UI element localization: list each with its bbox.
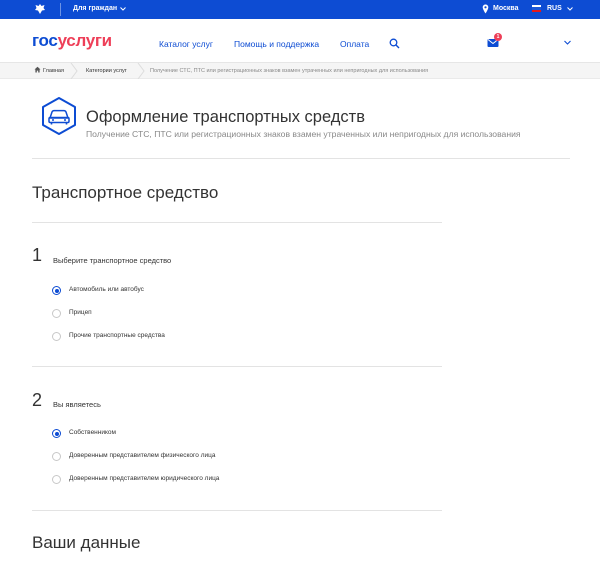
- radio-button[interactable]: [52, 452, 61, 461]
- breadcrumb-separator: [137, 63, 145, 79]
- section-title-your-data: Ваши данные: [32, 533, 141, 552]
- chevron-down-icon[interactable]: [566, 5, 574, 13]
- radio-label[interactable]: Доверенным представителем юридического л…: [69, 475, 219, 482]
- nav-payment[interactable]: Оплата: [340, 39, 369, 49]
- russian-flag-icon: [532, 5, 541, 12]
- step-label: Вы являетесь: [53, 400, 101, 409]
- nav-help-support[interactable]: Помощь и поддержка: [234, 39, 319, 49]
- chevron-down-icon[interactable]: [563, 38, 572, 47]
- nav-service-catalog[interactable]: Каталог услуг: [159, 39, 213, 49]
- breadcrumb: Главная Категории услуг Получение СТС, П…: [0, 63, 600, 79]
- notification-badge: 1: [494, 33, 502, 41]
- radio-button[interactable]: [52, 332, 61, 341]
- vehicle-hexagon-icon: [42, 97, 76, 135]
- home-icon: [34, 66, 41, 73]
- radio-button[interactable]: [52, 475, 61, 484]
- radio-label[interactable]: Собственником: [69, 429, 116, 436]
- section-title-vehicle: Транспортное средство: [32, 183, 219, 202]
- chevron-down-icon[interactable]: [119, 5, 127, 13]
- radio-button[interactable]: [52, 309, 61, 318]
- coat-of-arms-icon[interactable]: [34, 3, 46, 15]
- search-icon[interactable]: [389, 38, 400, 49]
- breadcrumb-home[interactable]: Главная: [34, 63, 64, 79]
- step-number: 2: [32, 390, 43, 410]
- step-label: Выберите транспортное средство: [53, 256, 172, 265]
- gosuslugi-logo[interactable]: госуслуги: [32, 31, 112, 51]
- site-header: госуслуги Каталог услуг Помощь и поддерж…: [0, 19, 600, 63]
- audience-selector[interactable]: Для граждан: [73, 5, 117, 12]
- top-bar: Для граждан Москва RUS: [0, 0, 600, 19]
- breadcrumb-separator: [70, 63, 78, 79]
- radio-label[interactable]: Прочие транспортные средства: [69, 332, 165, 339]
- radio-button[interactable]: [52, 286, 61, 295]
- page-title: Оформление транспортных средств: [86, 108, 366, 126]
- page-subtitle: Получение СТС, ПТС или регистрационных з…: [86, 129, 521, 139]
- divider: [60, 3, 61, 16]
- radio-label[interactable]: Доверенным представителем физического ли…: [69, 452, 215, 459]
- radio-label[interactable]: Автомобиль или автобус: [69, 286, 144, 293]
- divider: [32, 222, 442, 223]
- breadcrumb-current: Получение СТС, ПТС или регистрационных з…: [150, 68, 429, 74]
- radio-button[interactable]: [52, 429, 61, 438]
- breadcrumb-categories[interactable]: Категории услуг: [86, 63, 127, 79]
- language-selector[interactable]: RUS: [547, 5, 562, 12]
- divider: [32, 510, 442, 511]
- location-pin-icon[interactable]: [482, 4, 489, 14]
- divider: [32, 366, 442, 367]
- radio-label[interactable]: Прицеп: [69, 309, 92, 316]
- city-selector[interactable]: Москва: [493, 5, 519, 12]
- step-number: 1: [32, 245, 43, 265]
- divider: [32, 158, 570, 159]
